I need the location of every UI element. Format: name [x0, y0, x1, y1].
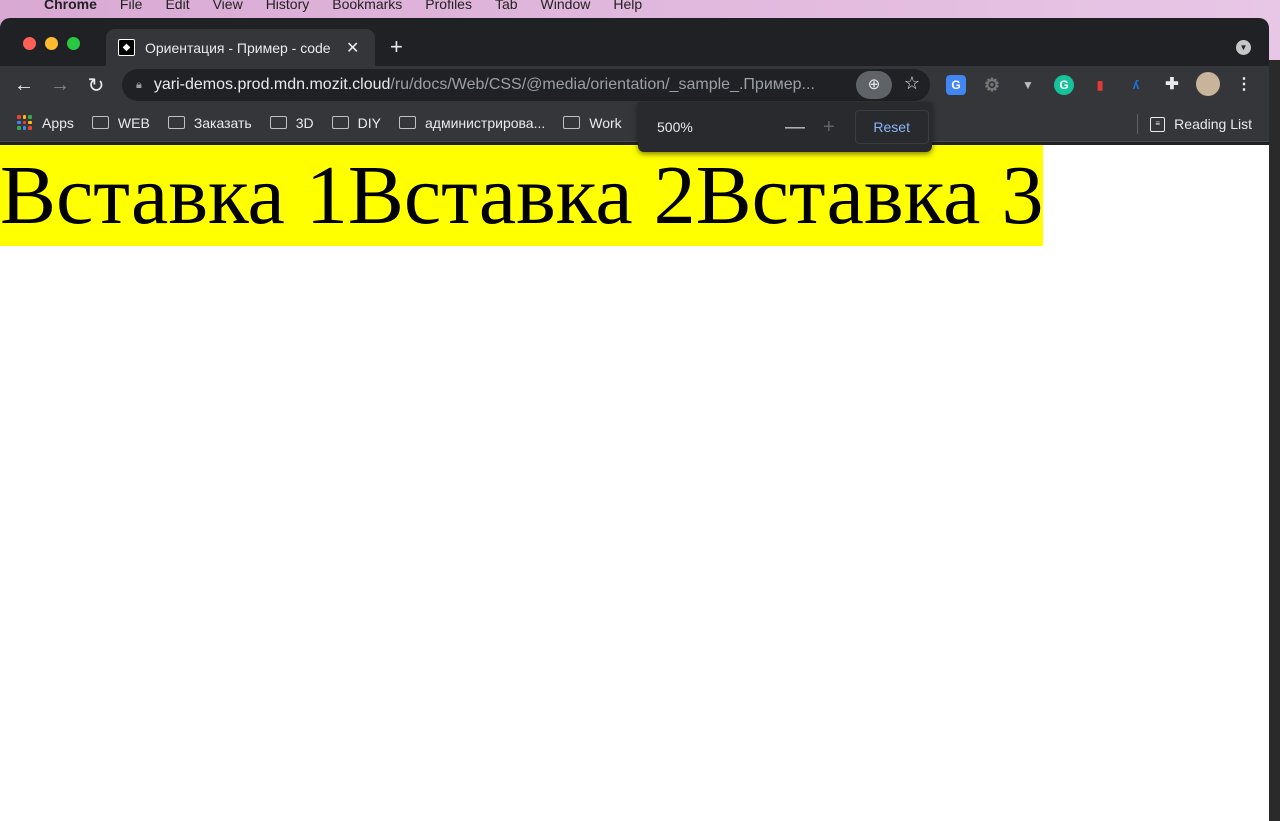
bookmark-label: WEB [117, 114, 150, 131]
more-menu-icon[interactable]: ⋮ [1234, 75, 1254, 95]
zoom-popup: 500% — + Reset [638, 102, 932, 152]
page-content: Вставка 1Вставка 2Вставка 3 [0, 145, 1269, 821]
menu-edit[interactable]: Edit [165, 0, 189, 12]
close-tab-icon[interactable]: ✕ [346, 38, 359, 58]
reload-icon[interactable]: ↻ [78, 73, 114, 98]
url-host: yari-demos.prod.mdn.mozit.cloud [153, 76, 391, 93]
zoom-in-button[interactable]: + [823, 116, 835, 139]
menu-bookmarks[interactable]: Bookmarks [332, 0, 402, 12]
folder-icon [167, 116, 185, 129]
zoom-icon[interactable]: ⊕ [856, 71, 892, 99]
folder-icon [331, 116, 349, 129]
back-icon[interactable]: ← [6, 74, 42, 97]
zoom-level: 500% [657, 119, 693, 135]
minimize-window-button[interactable] [45, 37, 58, 50]
google-translate-icon[interactable]: G [946, 75, 966, 95]
tab-search-icon[interactable]: ▼ [1236, 40, 1251, 55]
gear-extension-icon[interactable]: ⚙ [982, 75, 1002, 95]
browser-window: ◆ Ориентация - Пример - code ✕ + ▼ ← → ↻… [0, 18, 1269, 821]
new-tab-icon[interactable]: + [390, 34, 403, 60]
bookmark-folder-work[interactable]: Work [563, 114, 622, 131]
extensions-puzzle-icon[interactable]: ✚ [1162, 75, 1182, 95]
bookmark-label: Заказать [193, 114, 252, 131]
folder-icon [91, 116, 109, 129]
vue-devtools-icon[interactable]: ▼ [1018, 75, 1038, 95]
menu-history[interactable]: History [266, 0, 310, 12]
tab-title: Ориентация - Пример - code [145, 39, 331, 56]
zoom-reset-button[interactable]: Reset [854, 110, 929, 144]
menu-help[interactable]: Help [613, 0, 642, 12]
menu-profiles[interactable]: Profiles [425, 0, 472, 12]
close-window-button[interactable] [23, 37, 36, 50]
address-bar[interactable]: 🔒︎ yari-demos.prod.mdn.mozit.cloud/ru/do… [122, 69, 930, 101]
profile-avatar[interactable] [1196, 72, 1220, 96]
apps-grid-icon [17, 115, 32, 130]
inserts-text: Вставка 1Вставка 2Вставка 3 [0, 145, 1044, 246]
reading-list-label: Reading List [1174, 116, 1252, 132]
menu-window[interactable]: Window [541, 0, 591, 12]
maximize-window-button[interactable] [67, 37, 80, 50]
mdn-favicon-icon: ◆ [118, 39, 135, 56]
menu-view[interactable]: View [213, 0, 243, 12]
bookmark-label: администрирова... [424, 114, 546, 131]
menu-tab[interactable]: Tab [495, 0, 518, 12]
divider [1137, 114, 1139, 134]
url-path: /ru/docs/Web/CSS/@media/orientation/_sam… [390, 76, 815, 93]
bookmark-label: Work [589, 114, 622, 131]
zoom-out-button[interactable]: — [785, 116, 805, 139]
bookmark-star-icon[interactable]: ☆ [904, 73, 920, 94]
bookmark-folder-order[interactable]: Заказать [167, 114, 252, 131]
macos-menubar: Chrome File Edit View History Bookmarks … [0, 0, 1280, 14]
bookmark-folder-admin[interactable]: администрирова... [398, 114, 546, 131]
toolbar: ← → ↻ 🔒︎ yari-demos.prod.mdn.mozit.cloud… [0, 66, 1269, 104]
folder-icon [563, 116, 581, 129]
bookmark-label: Apps [42, 114, 74, 131]
tab-active[interactable]: ◆ Ориентация - Пример - code ✕ [106, 29, 375, 66]
folder-icon [398, 116, 416, 129]
window-controls [23, 37, 80, 50]
bookmark-folder-diy[interactable]: DIY [331, 114, 381, 131]
menu-file[interactable]: File [120, 0, 143, 12]
bookmark-label: DIY [357, 114, 381, 131]
acrobat-icon[interactable]: ʎ [1126, 75, 1146, 95]
bookmarks-bar: Apps WEB Заказать 3D DIY администрирова.… [0, 104, 1269, 142]
bookmark-label: 3D [295, 114, 314, 131]
menu-app[interactable]: Chrome [44, 0, 97, 12]
bookmark-apps[interactable]: Apps [17, 115, 74, 131]
office-extension-icon[interactable]: ▮ [1090, 75, 1110, 95]
tab-bar: ◆ Ориентация - Пример - code ✕ + ▼ [0, 18, 1269, 66]
reading-list-button[interactable]: ≡ Reading List [1137, 114, 1252, 134]
bookmark-folder-3d[interactable]: 3D [269, 114, 314, 131]
forward-icon[interactable]: → [42, 74, 78, 97]
folder-icon [269, 116, 287, 129]
grammarly-icon[interactable]: G [1054, 75, 1074, 95]
reading-list-icon: ≡ [1150, 116, 1166, 132]
bookmark-folder-web[interactable]: WEB [91, 114, 150, 131]
lock-icon[interactable]: 🔒︎ [136, 79, 142, 92]
